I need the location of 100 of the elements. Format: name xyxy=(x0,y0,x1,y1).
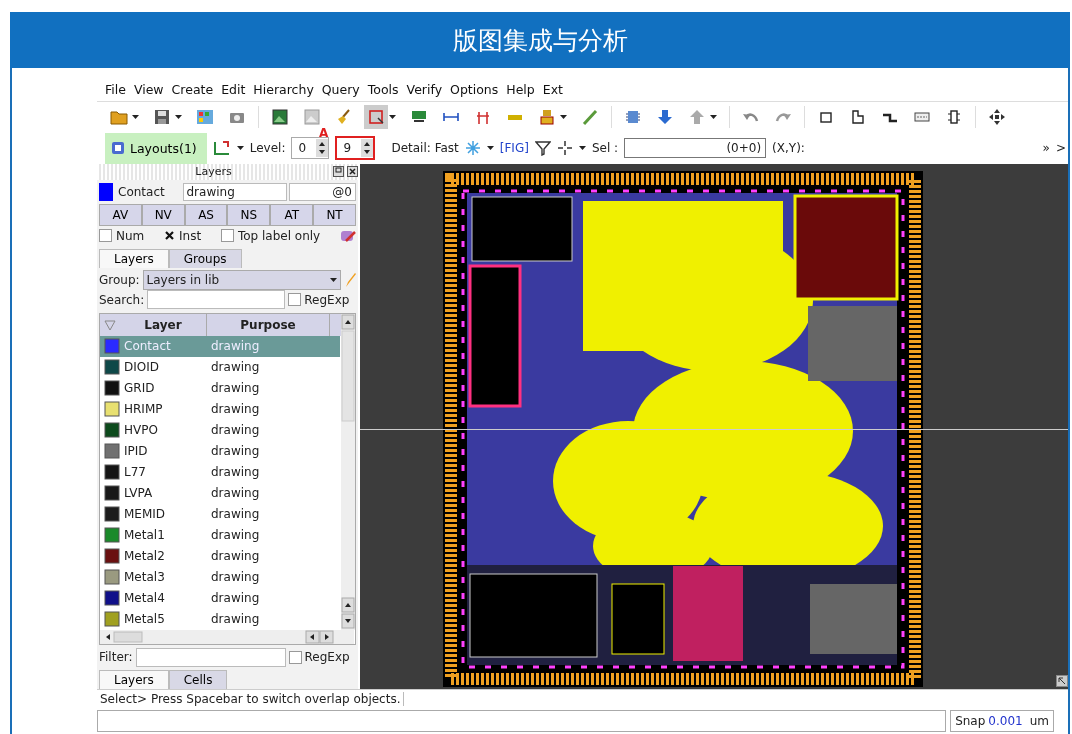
layer-row[interactable]: Metal1 drawing xyxy=(100,524,340,546)
layouts-button[interactable]: Layouts(1) xyxy=(105,132,207,164)
layer-swatch-icon xyxy=(104,527,120,544)
panel-tab[interactable]: Cells xyxy=(168,670,228,689)
menu-item[interactable]: File xyxy=(105,82,132,98)
image-icon[interactable] xyxy=(271,108,289,127)
dropdown-caret-icon[interactable] xyxy=(389,115,396,120)
menu-item[interactable]: Tools xyxy=(367,82,405,98)
checkbox-label: Inst xyxy=(179,228,202,243)
pin-icon[interactable] xyxy=(945,108,963,127)
move-icon[interactable] xyxy=(988,108,1006,127)
level-label: Level: xyxy=(249,141,286,156)
restore-icon[interactable] xyxy=(333,166,344,178)
vertical-scrollbar[interactable] xyxy=(341,313,355,630)
layer-row[interactable]: HRIMP drawing xyxy=(100,398,340,420)
layer-swatch-icon xyxy=(104,422,120,439)
layer-swatch-icon xyxy=(104,443,120,460)
dropdown-caret-icon[interactable] xyxy=(560,115,567,120)
visibility-button[interactable]: AV xyxy=(99,203,142,226)
dropdown-caret-icon[interactable] xyxy=(175,115,182,120)
dropdown-caret-icon[interactable] xyxy=(330,277,337,282)
command-field[interactable] xyxy=(97,710,947,732)
column-header[interactable]: Layer xyxy=(120,313,207,336)
layer-row[interactable]: Metal3 drawing xyxy=(100,566,340,588)
spinner-arrows-icon[interactable] xyxy=(316,139,329,158)
select-box-icon[interactable] xyxy=(367,108,385,127)
current-purpose-field[interactable]: drawing xyxy=(182,182,287,201)
layer-row[interactable]: Metal2 drawing xyxy=(100,545,340,567)
panel-tab[interactable]: Layers xyxy=(99,248,169,268)
ruler-icon[interactable] xyxy=(212,140,231,157)
tool-icon[interactable] xyxy=(538,108,556,127)
layer-row[interactable]: Metal4 drawing xyxy=(100,587,340,609)
selection-field[interactable]: (0+0) xyxy=(624,138,767,159)
overflow-button[interactable]: » xyxy=(1042,141,1050,156)
snap-label: Snap xyxy=(955,714,986,728)
layer-row[interactable]: HVPO drawing xyxy=(100,419,340,441)
menu-item[interactable]: Help xyxy=(506,82,541,98)
dropdown-caret-icon[interactable] xyxy=(132,115,139,120)
more-button[interactable]: > xyxy=(1055,141,1066,156)
layer-row[interactable]: IPID drawing xyxy=(100,440,340,462)
dropdown-caret-icon[interactable] xyxy=(710,115,717,120)
level-from-spinner[interactable]: 0 xyxy=(291,137,330,160)
column-header[interactable]: Purpose xyxy=(207,313,330,336)
snowflake-icon[interactable] xyxy=(464,140,481,157)
dropdown-caret-icon[interactable] xyxy=(236,146,244,151)
visibility-button[interactable]: AS xyxy=(184,203,228,226)
menu-item[interactable]: View xyxy=(133,82,170,98)
checkbox[interactable] xyxy=(164,230,176,242)
checkbox[interactable] xyxy=(220,229,234,243)
menu-item[interactable]: Edit xyxy=(221,82,252,98)
layer-swatch-icon xyxy=(104,380,120,397)
visibility-button[interactable]: NV xyxy=(141,203,185,226)
menu-item[interactable]: Ext xyxy=(542,82,569,98)
crosshair-icon[interactable] xyxy=(556,140,573,157)
close-icon[interactable] xyxy=(347,166,358,178)
layer-swatch-icon xyxy=(104,359,120,376)
visibility-button[interactable]: AT xyxy=(270,203,314,226)
filter-icon[interactable] xyxy=(534,140,551,157)
filter-field[interactable] xyxy=(135,647,286,667)
folder-icon[interactable] xyxy=(110,108,128,127)
dropdown-caret-icon[interactable] xyxy=(578,146,586,151)
menu-item[interactable]: Options xyxy=(450,82,505,98)
x-mark-icon xyxy=(165,231,175,241)
snap-value: 0.001 xyxy=(988,714,1023,728)
layer-swatch-icon xyxy=(104,464,120,481)
polygon-icon[interactable] xyxy=(849,108,867,127)
fig-toggle[interactable]: [FIG] xyxy=(499,141,529,156)
layer-row[interactable]: MEMID drawing xyxy=(100,503,340,525)
window-icon xyxy=(111,141,125,156)
panel-tab[interactable]: Groups xyxy=(168,248,242,268)
regexp-label: RegExp xyxy=(304,650,350,665)
detail-dropdown[interactable]: Detail: Fast xyxy=(391,141,459,156)
layer-row[interactable]: Metal5 drawing xyxy=(100,608,340,630)
checkbox[interactable] xyxy=(288,650,302,664)
level-to-spinner[interactable]: 9 xyxy=(335,136,376,161)
corner-button-icon[interactable] xyxy=(1056,675,1068,687)
layer-row[interactable]: DIOID drawing xyxy=(100,356,340,378)
pen-icon[interactable] xyxy=(581,108,599,127)
menu-item[interactable]: Hierarchy xyxy=(253,82,320,98)
current-layer-field[interactable]: Contact xyxy=(115,182,181,201)
menu-item[interactable]: Verify xyxy=(406,82,449,98)
spinner-arrows-icon[interactable] xyxy=(361,139,374,158)
menu-item[interactable]: Query xyxy=(321,82,366,98)
menu-item[interactable]: Create xyxy=(171,82,220,98)
layer-row[interactable]: LVPA drawing xyxy=(100,482,340,504)
visibility-button[interactable]: NS xyxy=(227,203,271,226)
group-label: Group: xyxy=(99,272,140,287)
search-field[interactable] xyxy=(147,290,286,310)
group-dropdown[interactable]: Layers in lib xyxy=(142,269,341,290)
palette-pencil-icon[interactable] xyxy=(340,228,356,243)
checkbox[interactable] xyxy=(99,229,112,243)
palette-icon[interactable] xyxy=(196,108,214,127)
horizontal-scrollbar[interactable] xyxy=(100,630,354,645)
checkbox[interactable] xyxy=(288,293,302,307)
dropdown-caret-icon[interactable] xyxy=(486,146,494,151)
panel-tab[interactable]: Layers xyxy=(99,670,169,689)
layer-row[interactable]: L77 drawing xyxy=(100,461,340,483)
layer-row[interactable]: GRID drawing xyxy=(100,377,340,399)
down-arrow-icon[interactable] xyxy=(656,108,674,127)
visibility-button[interactable]: NT xyxy=(313,203,356,226)
